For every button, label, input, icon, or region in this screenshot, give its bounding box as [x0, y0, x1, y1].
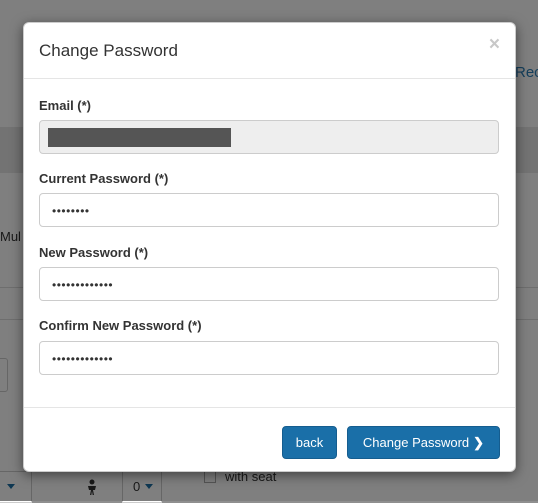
new-password-field[interactable]: ••••••••••••• [39, 267, 499, 301]
email-field [39, 120, 499, 154]
confirm-password-label: Confirm New Password (*) [39, 318, 202, 333]
redacted-email [48, 128, 231, 147]
modal-header: Change Password × [24, 23, 515, 79]
modal-footer: back Change Password ❯ [24, 407, 515, 472]
change-password-button[interactable]: Change Password ❯ [347, 426, 500, 459]
confirm-password-value: ••••••••••••• [52, 352, 114, 366]
email-label: Email (*) [39, 98, 92, 113]
current-password-field[interactable]: •••••••• [39, 193, 499, 227]
chevron-right-icon: ❯ [473, 435, 485, 450]
new-password-label: New Password (*) [39, 245, 149, 260]
back-button[interactable]: back [282, 426, 337, 459]
back-button-label: back [295, 435, 324, 450]
current-password-label: Current Password (*) [39, 171, 169, 186]
new-password-value: ••••••••••••• [52, 278, 114, 292]
current-password-value: •••••••• [52, 204, 90, 218]
confirm-password-field[interactable]: ••••••••••••• [39, 341, 499, 375]
change-password-button-label: Change Password [362, 435, 470, 450]
change-password-dialog: Change Password × Email (*) Current Pass… [23, 22, 516, 472]
close-icon[interactable]: × [489, 35, 500, 54]
modal-title: Change Password [39, 41, 178, 60]
